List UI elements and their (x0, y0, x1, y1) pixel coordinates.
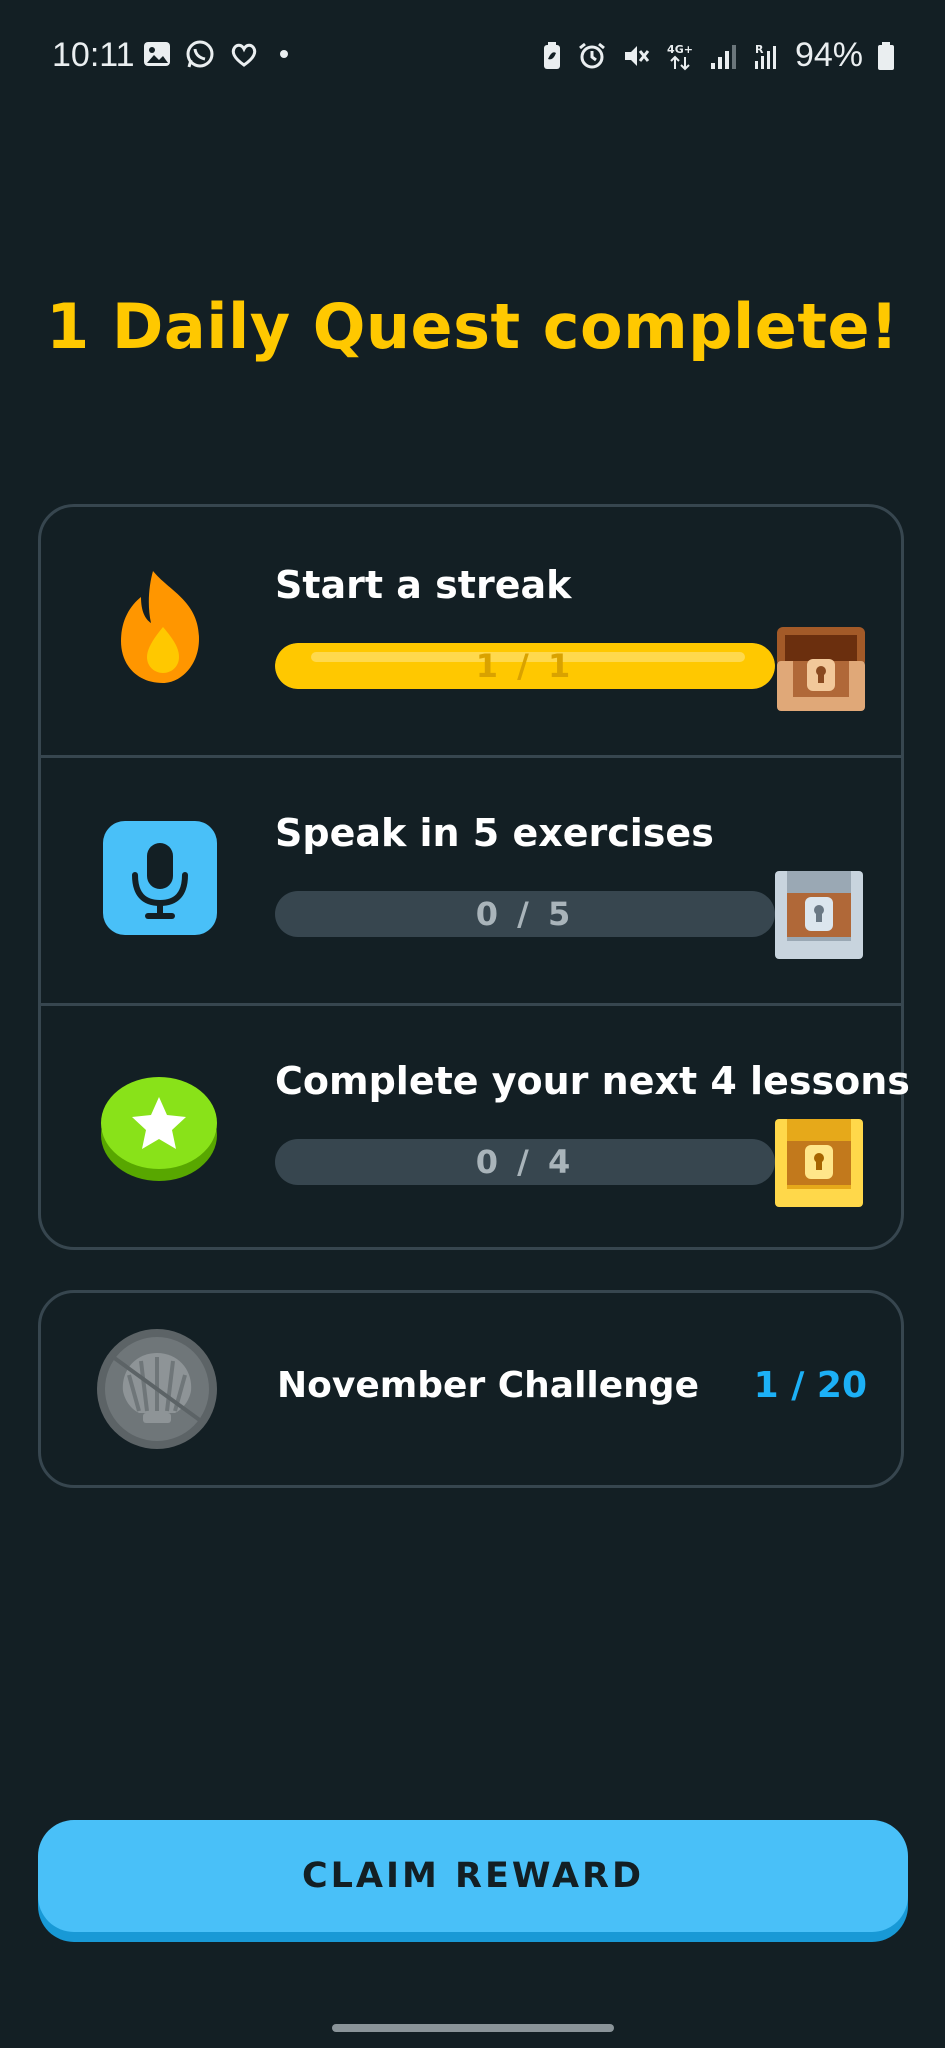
flame-icon (121, 571, 199, 683)
quest-row-start-streak[interactable]: Start a streak 1 / 1 (41, 507, 901, 758)
svg-text:R: R (755, 43, 764, 56)
status-bar: 10:11 4G+ R 94% (0, 0, 945, 110)
quest-progress-bar: 0 / 5 (275, 891, 775, 937)
gold-chest-icon (775, 1119, 863, 1207)
quest-row-speak-exercises[interactable]: Speak in 5 exercises 0 / 5 (41, 755, 901, 1006)
quest-title: Start a streak (275, 563, 572, 607)
signal-icon (710, 44, 736, 69)
home-indicator[interactable] (332, 2024, 614, 2032)
signal-roaming-icon: R (754, 43, 776, 69)
notification-icons (142, 38, 288, 70)
gallery-icon (144, 42, 170, 66)
silver-chest-icon (775, 871, 863, 959)
challenge-progress: 1 / 20 (753, 1365, 867, 1406)
quest-progress-text: 1 / 1 (475, 647, 575, 685)
quest-progress-text: 0 / 5 (475, 895, 575, 933)
quest-row-complete-lessons[interactable]: Complete your next 4 lessons 0 / 4 (41, 1003, 910, 1251)
quest-title: Speak in 5 exercises (275, 811, 714, 855)
quest-title: Complete your next 4 lessons (275, 1059, 910, 1103)
heart-app-icon (231, 43, 257, 67)
monthly-challenge-card[interactable]: November Challenge 1 / 20 (38, 1290, 904, 1488)
mute-icon (624, 45, 650, 66)
shell-badge-icon (97, 1329, 217, 1449)
quest-progress-bar: 0 / 4 (275, 1139, 775, 1185)
more-notifications-dot (280, 50, 288, 58)
battery-icon (878, 41, 894, 70)
battery-percent: 94% (794, 36, 863, 74)
system-icons: 4G+ R 94% (541, 36, 895, 75)
open-chest-icon (777, 627, 865, 711)
network-4g-icon: 4G+ (667, 43, 693, 70)
challenge-title: November Challenge (277, 1365, 699, 1406)
star-icon (101, 1077, 217, 1181)
microphone-icon (103, 821, 217, 935)
battery-saver-icon (543, 41, 560, 69)
quest-progress-text: 0 / 4 (475, 1143, 575, 1181)
claim-reward-button[interactable]: CLAIM REWARD (38, 1820, 908, 1932)
whatsapp-icon (186, 40, 214, 68)
status-time: 10:11 (52, 36, 135, 74)
daily-quests-card: Start a streak 1 / 1 Speak in 5 exercise… (38, 504, 910, 1251)
alarm-icon (579, 42, 605, 68)
svg-text:4G+: 4G+ (667, 43, 693, 56)
page-title: 1 Daily Quest complete! (46, 290, 899, 363)
quest-progress-bar: 1 / 1 (275, 643, 775, 689)
